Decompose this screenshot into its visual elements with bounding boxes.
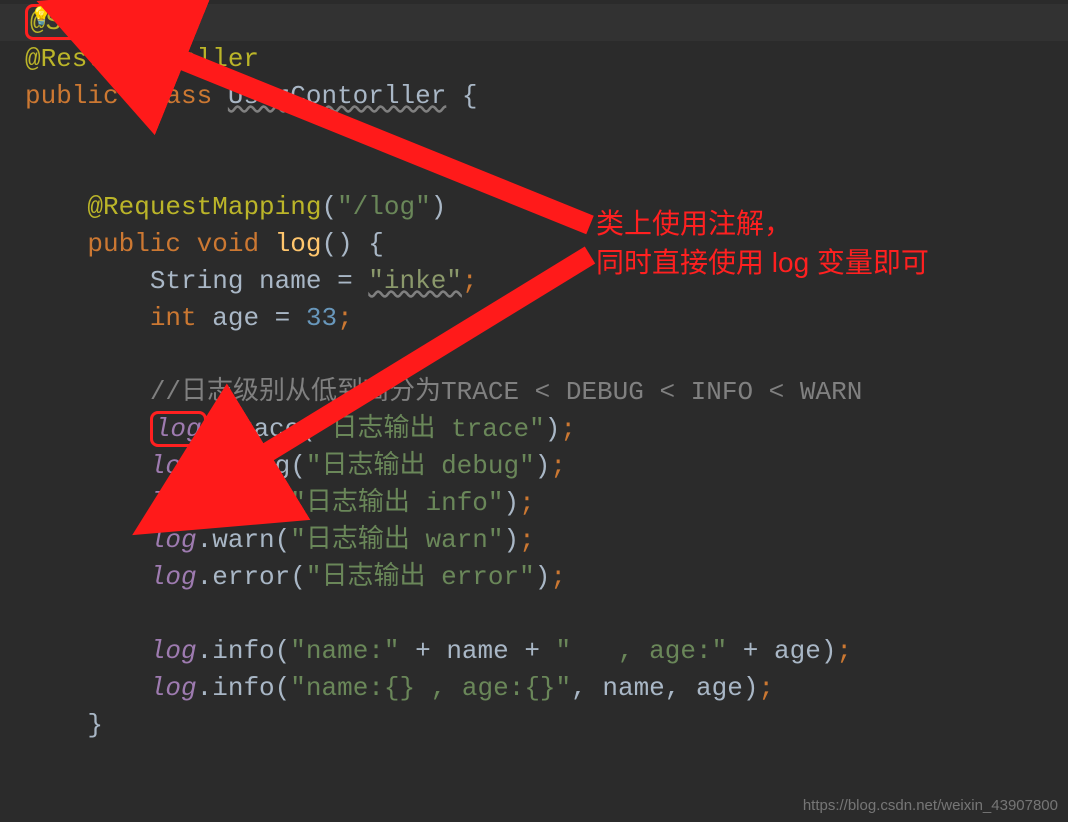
class-name: UserContorller xyxy=(228,81,446,111)
code-line[interactable]: log.trace("日志输出 trace"); xyxy=(0,411,1068,448)
code-line[interactable] xyxy=(0,596,1068,633)
code-editor[interactable]: 💡 @Slf4j @RestController public class Us… xyxy=(0,0,1068,744)
code-line[interactable]: log.error("日志输出 error"); xyxy=(0,559,1068,596)
code-line[interactable]: log.info("日志输出 info"); xyxy=(0,485,1068,522)
code-line[interactable]: log.debug("日志输出 debug"); xyxy=(0,448,1068,485)
code-line[interactable]: @Slf4j xyxy=(0,4,1068,41)
code-line[interactable] xyxy=(0,152,1068,189)
watermark: https://blog.csdn.net/weixin_43907800 xyxy=(803,795,1058,816)
log-var: log xyxy=(150,411,207,447)
callout-text: 类上使用注解， 同时直接使用 log 变量即可 xyxy=(596,204,929,282)
code-line[interactable]: int age = 33; xyxy=(0,300,1068,337)
code-line[interactable]: log.warn("日志输出 warn"); xyxy=(0,522,1068,559)
code-line[interactable]: log.info("name:" + name + " , age:" + ag… xyxy=(0,633,1068,670)
intention-bulb-icon[interactable]: 💡 xyxy=(30,6,52,32)
annotation-restcontroller: @RestController xyxy=(25,44,259,74)
code-line[interactable]: public class UserContorller { xyxy=(0,78,1068,115)
code-line[interactable]: //日志级别从低到高分为TRACE < DEBUG < INFO < WARN xyxy=(0,374,1068,411)
comment: //日志级别从低到高分为TRACE < DEBUG < INFO < WARN xyxy=(150,377,862,407)
method-log: log xyxy=(275,229,322,259)
code-line[interactable]: } xyxy=(0,707,1068,744)
code-line[interactable] xyxy=(0,115,1068,152)
code-line[interactable] xyxy=(0,337,1068,374)
code-line[interactable]: @RestController xyxy=(0,41,1068,78)
code-line[interactable]: log.info("name:{} , age:{}", name, age); xyxy=(0,670,1068,707)
